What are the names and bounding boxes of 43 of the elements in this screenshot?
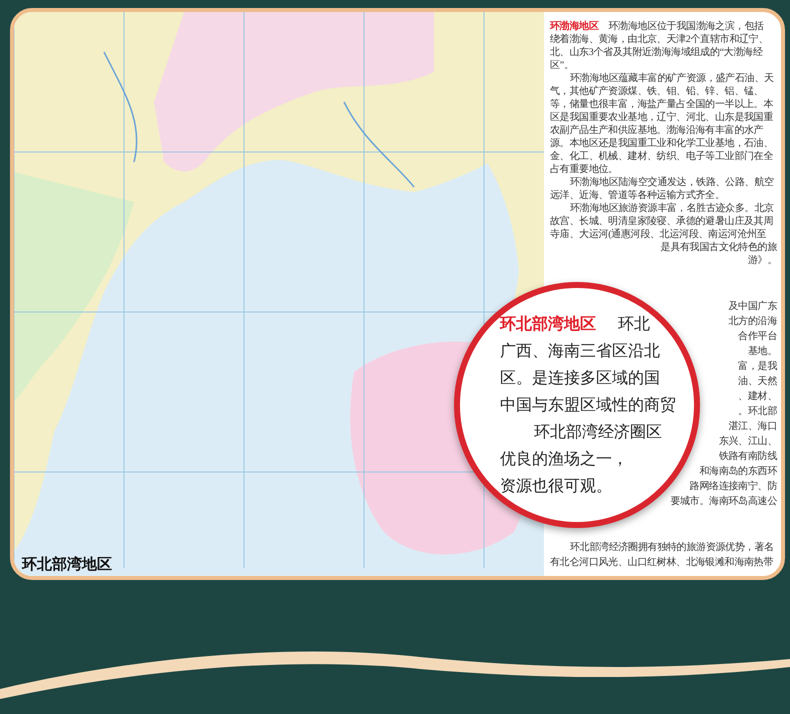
paragraph-line: 源。本地区还是我国重工业和化学工业基地，石油、 xyxy=(550,137,774,150)
paragraph-line: 环北部湾经济圈拥有独特的旅游资源优势，著名 xyxy=(569,540,774,555)
text-fragment: 是具有我国古文化特色的旅 xyxy=(660,241,777,254)
text-fragment: 、建材、 xyxy=(738,390,777,404)
magnified-text-line: 资源也很可观。 xyxy=(500,476,612,497)
magnified-text-line: 环北部湾地区 环北 xyxy=(500,313,650,335)
text-fragment: 湛江、海口 xyxy=(728,420,777,434)
text-fragment: 基地。 xyxy=(748,344,777,358)
text-fragment: 要城市。海南环岛高速公 xyxy=(670,494,777,508)
magnified-text-line: 环北部湾经济圈区 xyxy=(534,422,662,443)
text-fragment: 。环北部 xyxy=(738,404,777,418)
text-fragment: 及中国广东 xyxy=(728,300,777,314)
paragraph-line: 寺庙、大运河(通惠河段、北运河段、南运河沧州至 xyxy=(550,228,766,241)
paragraph-line: 区”。 xyxy=(550,59,574,72)
text-fragment: 东兴、江山、 xyxy=(718,434,777,448)
magnified-text-line: 优良的渔场之一， xyxy=(500,450,628,470)
paragraph-line: 金、化工、机械、建材、纺织、电子等工业部门在全 xyxy=(550,150,774,163)
magnified-text-line: 广西、海南三省区沿北 xyxy=(500,342,660,362)
paragraph-line: 农副产品生产和供应基地。渤海沿海有丰富的水产 xyxy=(550,124,764,137)
magnified-text-line: 中国与东盟区域性的商贸 xyxy=(500,396,676,416)
paragraph-line: 环渤海地区蕴藏丰富的矿产资源，盛产石油、天 xyxy=(569,72,774,85)
paragraph-line: 故宫、长城、明清皇家陵寝、承德的避暑山庄及其周 xyxy=(550,215,774,228)
text-fragment: 合作平台 xyxy=(738,330,777,344)
paragraph-line: 环渤海地区陆海空交通发达，铁路、公路、航空 xyxy=(569,176,774,189)
text-fragment: 游》。 xyxy=(748,254,777,267)
paragraph-line: 占有重要地位。 xyxy=(550,163,618,176)
text-fragment: 富，是我 xyxy=(738,360,777,374)
paragraph-line: 气，其他矿产资源煤、铁、钼、铅、锌、铝、锰、 xyxy=(550,85,764,98)
text-fragment: 路网络连接南宁、防 xyxy=(690,480,777,494)
paragraph-line: 北、山东3个省及其附近渤海海域组成的“大渤海经 xyxy=(550,46,763,59)
text-fragment: 铁路有南防线 xyxy=(718,450,777,464)
paragraph-line: 等，储量也很丰富，海盐产量占全国的一半以上。本 xyxy=(550,98,774,111)
paragraph-line: 环渤海地区 环渤海地区位于我国渤海之滨，包括 xyxy=(550,20,764,33)
text-fragment: 和海南岛的东西环 xyxy=(699,464,777,478)
paragraph-line: 远洋、近海、管道等各种运输方式齐全。 xyxy=(550,189,725,202)
paragraph-line: 绕着渤海、黄海，由北京、天津2个直辖市和辽宁、 xyxy=(550,33,768,46)
paragraph-line: 有北仑河口风光、山口红树林、北海银滩和海南热带 xyxy=(550,556,774,570)
paragraph-line: 环渤海地区旅游资源丰富，名胜古迹众多。北京 xyxy=(569,202,774,215)
text-fragment: 油、天然 xyxy=(738,374,777,388)
map-region-label: 环北部湾地区 xyxy=(22,555,112,574)
magnified-text-line: 区。是连接多区域的国 xyxy=(500,368,660,389)
paragraph-line: 区是我国重要农业基地，辽宁、河北、山东是我国重 xyxy=(550,111,774,124)
text-fragment: 北方的沿海 xyxy=(728,314,777,328)
